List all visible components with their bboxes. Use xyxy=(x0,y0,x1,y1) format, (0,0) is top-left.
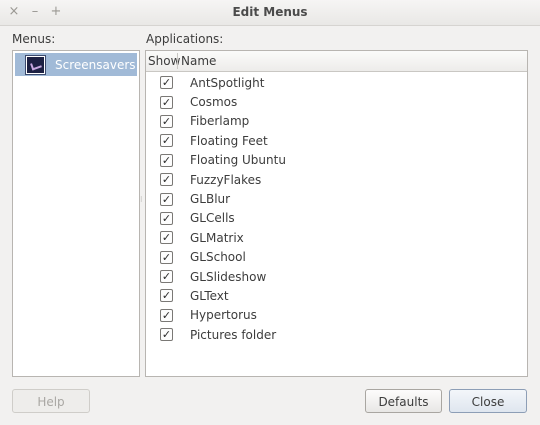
checkmark-icon: ✓ xyxy=(161,114,172,128)
help-button[interactable]: Help xyxy=(12,389,90,413)
checkmark-icon: ✓ xyxy=(161,95,172,109)
checkmark-icon: ✓ xyxy=(161,289,172,303)
show-checkbox[interactable]: ✓ xyxy=(160,289,173,303)
checkmark-icon: ✓ xyxy=(161,231,172,245)
show-checkbox[interactable]: ✓ xyxy=(160,250,173,264)
checkmark-icon: ✓ xyxy=(161,308,172,322)
show-checkbox[interactable]: ✓ xyxy=(160,308,173,322)
pane-resize-handle[interactable]: ⁝ xyxy=(140,196,144,208)
show-checkbox[interactable]: ✓ xyxy=(160,114,173,128)
show-checkbox[interactable]: ✓ xyxy=(160,173,173,187)
checkmark-icon: ✓ xyxy=(161,76,172,90)
show-checkbox[interactable]: ✓ xyxy=(160,134,173,148)
close-button[interactable]: Close xyxy=(449,389,527,413)
list-item[interactable]: ✓ GLText xyxy=(146,286,527,305)
application-name: Fiberlamp xyxy=(190,114,250,129)
show-checkbox[interactable]: ✓ xyxy=(160,231,173,245)
application-name: Floating Feet xyxy=(190,133,268,148)
application-name: FuzzyFlakes xyxy=(190,172,262,187)
list-item[interactable]: ✓ GLMatrix xyxy=(146,228,527,247)
list-item[interactable]: ✓ Floating Feet xyxy=(146,131,527,150)
column-show[interactable]: Show xyxy=(148,54,180,68)
window-title: Edit Menus xyxy=(232,5,308,19)
application-name: GLSlideshow xyxy=(190,269,267,284)
application-name: Hypertorus xyxy=(190,308,257,323)
list-item[interactable]: ✓ GLBlur xyxy=(146,189,527,208)
checkmark-icon: ✓ xyxy=(161,134,172,148)
checkmark-icon: ✓ xyxy=(161,173,172,187)
application-name: Pictures folder xyxy=(190,327,277,342)
list-item[interactable]: ✓ FuzzyFlakes xyxy=(146,170,527,189)
screensaver-icon xyxy=(26,55,45,74)
list-item[interactable]: ✓ Pictures folder xyxy=(146,325,527,344)
show-checkbox[interactable]: ✓ xyxy=(160,211,173,225)
application-name: AntSpotlight xyxy=(190,75,265,90)
menu-item-label: Screensavers xyxy=(55,57,136,72)
applications-label: Applications: xyxy=(146,32,224,46)
checkmark-icon: ✓ xyxy=(161,328,172,342)
menus-label: Menus: xyxy=(12,32,56,46)
checkmark-icon: ✓ xyxy=(161,153,172,167)
column-divider xyxy=(177,53,178,69)
menus-list: Screensavers xyxy=(12,50,140,377)
application-name: GLMatrix xyxy=(190,230,244,245)
list-item[interactable]: ✓ GLSlideshow xyxy=(146,267,527,286)
title-bar: × – + Edit Menus xyxy=(0,0,540,26)
show-checkbox[interactable]: ✓ xyxy=(160,192,173,206)
checkmark-icon: ✓ xyxy=(161,192,172,206)
checkmark-icon: ✓ xyxy=(161,211,172,225)
column-name[interactable]: Name xyxy=(181,54,216,68)
list-item[interactable]: ✓ Fiberlamp xyxy=(146,112,527,131)
application-name: GLCells xyxy=(190,211,235,226)
application-rows: ✓ AntSpotlight ✓ Cosmos ✓ Fiberlamp ✓ Floating … xyxy=(146,73,527,344)
application-name: GLText xyxy=(190,288,229,303)
column-header: Show Name xyxy=(146,51,527,72)
checkmark-icon: ✓ xyxy=(161,270,172,284)
application-name: GLSchool xyxy=(190,250,246,265)
show-checkbox[interactable]: ✓ xyxy=(160,76,173,90)
list-item[interactable]: ✓ AntSpotlight xyxy=(146,73,527,92)
list-item[interactable]: ✓ Floating Ubuntu xyxy=(146,151,527,170)
show-checkbox[interactable]: ✓ xyxy=(160,95,173,109)
show-checkbox[interactable]: ✓ xyxy=(160,328,173,342)
show-checkbox[interactable]: ✓ xyxy=(160,270,173,284)
menu-item-screensavers[interactable]: Screensavers xyxy=(15,53,137,76)
list-item[interactable]: ✓ Cosmos xyxy=(146,92,527,111)
application-name: Floating Ubuntu xyxy=(190,153,286,168)
list-item[interactable]: ✓ GLSchool xyxy=(146,248,527,267)
defaults-button[interactable]: Defaults xyxy=(365,389,442,413)
list-item[interactable]: ✓ GLCells xyxy=(146,209,527,228)
applications-list: Show Name ✓ AntSpotlight ✓ Cosmos ✓ Fiberlamp… xyxy=(145,50,528,377)
application-name: Cosmos xyxy=(190,95,238,110)
list-item[interactable]: ✓ Hypertorus xyxy=(146,306,527,325)
show-checkbox[interactable]: ✓ xyxy=(160,153,173,167)
checkmark-icon: ✓ xyxy=(161,250,172,264)
application-name: GLBlur xyxy=(190,192,231,207)
